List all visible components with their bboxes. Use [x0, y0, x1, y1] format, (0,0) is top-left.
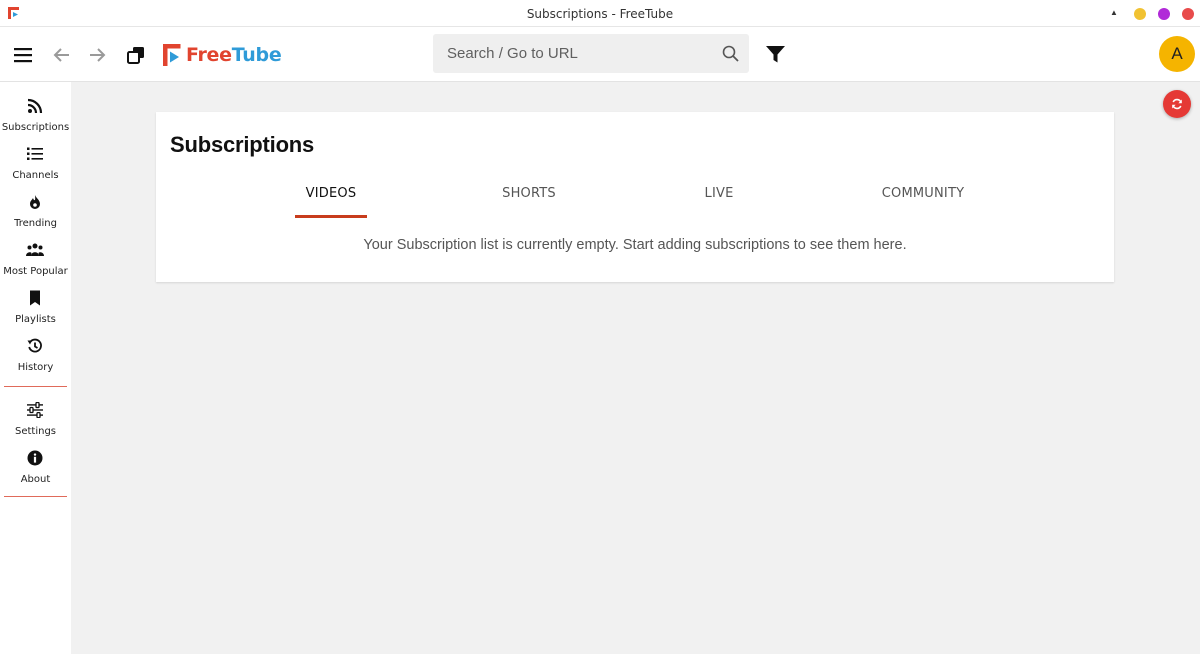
- history-icon: [27, 338, 42, 353]
- sidebar-item-most-popular[interactable]: Most Popular: [0, 242, 71, 290]
- tab-community[interactable]: COMMUNITY: [873, 178, 973, 218]
- sidebar-divider: [4, 496, 67, 497]
- maximize-button[interactable]: [1158, 8, 1170, 20]
- sidebar-item-label: Most Popular: [3, 266, 68, 277]
- sidebar-item-label: History: [17, 362, 54, 373]
- forward-button[interactable]: [87, 44, 109, 66]
- empty-subscriptions-message: Your Subscription list is currently empt…: [363, 237, 907, 253]
- sidebar-item-subscriptions[interactable]: Subscriptions: [0, 98, 71, 146]
- search-icon[interactable]: [722, 45, 739, 62]
- freetube-logo[interactable]: FreeTube: [163, 42, 282, 68]
- sidebar-item-label: Settings: [14, 426, 56, 437]
- refresh-icon: [1172, 98, 1182, 110]
- tab-shorts[interactable]: SHORTS: [489, 178, 569, 218]
- sidebar-item-playlists[interactable]: Playlists: [0, 290, 71, 338]
- sidebar-item-channels[interactable]: Channels: [0, 146, 71, 194]
- sidebar-item-label: About: [20, 474, 51, 485]
- new-window-button[interactable]: [125, 44, 147, 66]
- close-button[interactable]: [1182, 8, 1194, 20]
- rss-icon: [27, 98, 43, 114]
- tab-live[interactable]: LIVE: [689, 178, 749, 218]
- minimize-button[interactable]: [1134, 8, 1146, 20]
- window-title: Subscriptions - FreeTube: [526, 7, 674, 21]
- fire-icon: [30, 195, 40, 209]
- sidebar-item-label: Playlists: [15, 314, 56, 325]
- menu-icon: [14, 48, 32, 63]
- sidebar-item-settings[interactable]: Settings: [0, 402, 71, 450]
- sidebar-item-label: Subscriptions: [1, 122, 70, 133]
- sidebar-item-label: Trending: [14, 218, 57, 229]
- sidebar-item-label: Channels: [12, 170, 59, 181]
- list-icon: [27, 147, 43, 160]
- side-nav: Subscriptions Channels Trending Most Pop…: [0, 82, 71, 654]
- profile-avatar[interactable]: A: [1159, 36, 1195, 72]
- sidebar-divider: [4, 386, 67, 387]
- window-titlebar: Subscriptions - FreeTube ▲: [0, 0, 1200, 27]
- app-header: FreeTube A: [0, 27, 1200, 82]
- back-arrow-icon: [53, 48, 69, 62]
- subscriptions-card: Subscriptions VIDEOS SHORTS LIVE COMMUNI…: [156, 112, 1114, 282]
- new-window-icon: [127, 47, 144, 64]
- tab-label: LIVE: [704, 186, 734, 201]
- tab-label: COMMUNITY: [881, 186, 965, 201]
- info-icon: [27, 450, 43, 466]
- sliders-icon: [27, 402, 43, 418]
- back-button[interactable]: [50, 44, 72, 66]
- search-filter-button[interactable]: [764, 43, 786, 65]
- sidebar-item-history[interactable]: History: [0, 338, 71, 386]
- logo-text-free: Free: [186, 44, 232, 66]
- filter-icon: [765, 45, 785, 62]
- users-icon: [26, 243, 44, 256]
- freetube-logo-icon: [163, 44, 181, 66]
- active-tab-indicator: [295, 215, 367, 218]
- logo-text-tube: Tube: [231, 44, 282, 66]
- forward-arrow-icon: [90, 48, 106, 62]
- sidebar-item-trending[interactable]: Trending: [0, 194, 71, 242]
- bookmark-icon: [30, 290, 40, 306]
- tab-label: SHORTS: [502, 186, 556, 201]
- tab-label: VIDEOS: [305, 186, 357, 201]
- menu-button[interactable]: [12, 44, 34, 66]
- page-title: Subscriptions: [170, 132, 315, 157]
- search-bar: [433, 34, 749, 73]
- sidebar-item-about[interactable]: About: [0, 450, 71, 498]
- keep-above-icon[interactable]: ▲: [1109, 8, 1119, 18]
- search-input[interactable]: [433, 34, 713, 73]
- refresh-subscriptions-button[interactable]: [1163, 90, 1191, 118]
- tab-videos[interactable]: VIDEOS: [295, 178, 367, 218]
